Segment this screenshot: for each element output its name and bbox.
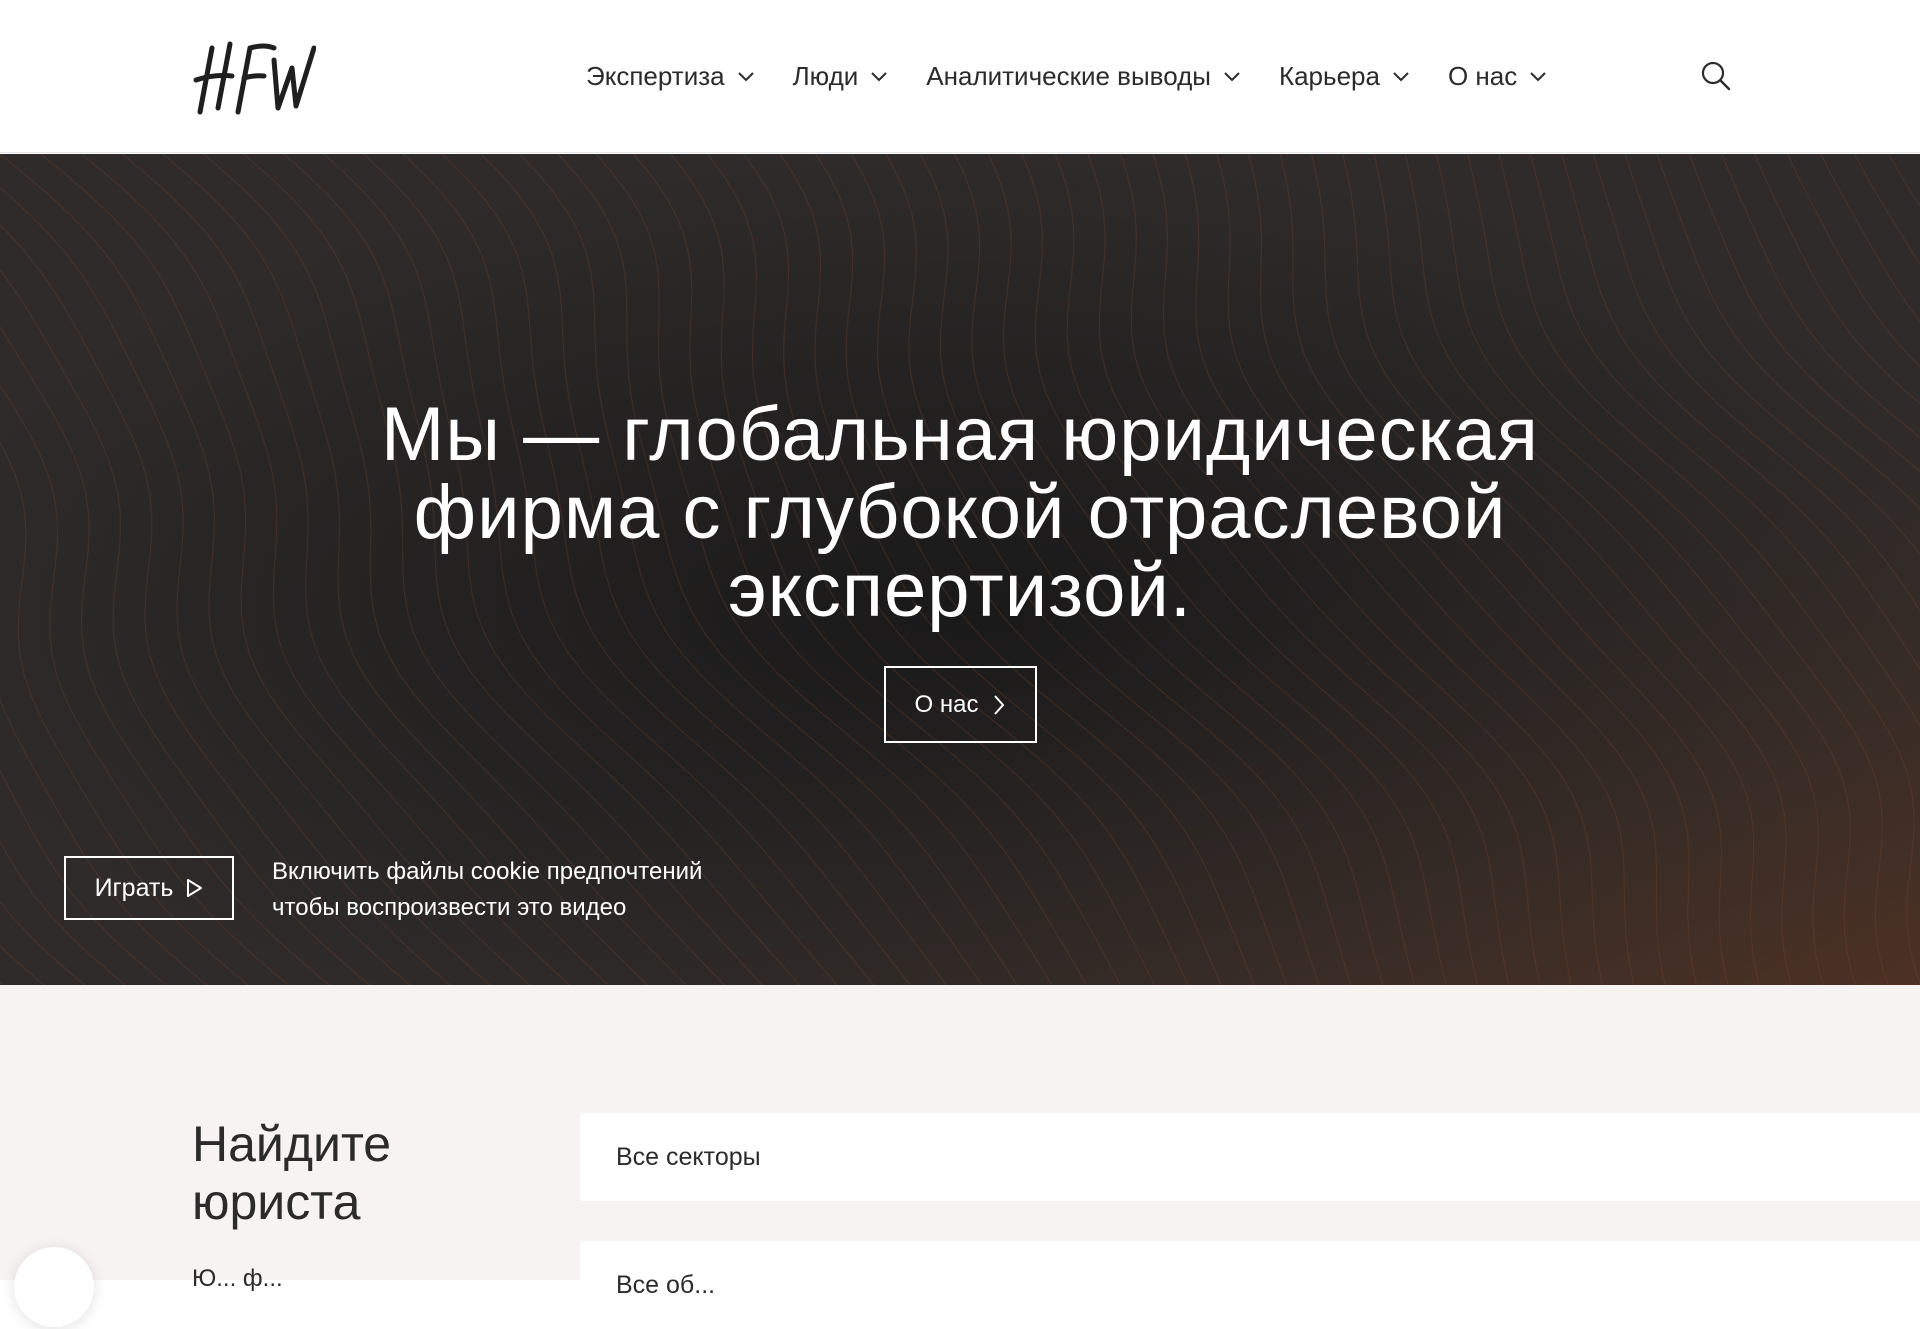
find-lawyer-title: Найдите юриста bbox=[192, 1115, 391, 1231]
nav-label: Карьера bbox=[1278, 60, 1380, 91]
chevron-down-icon bbox=[1530, 72, 1546, 82]
hfw-logo[interactable] bbox=[192, 40, 316, 120]
cookie-notice-line: чтобы воспроизвести это видео bbox=[272, 894, 627, 921]
play-icon bbox=[187, 879, 203, 897]
chat-widget-button[interactable] bbox=[14, 1247, 94, 1327]
second-select[interactable]: Все об... bbox=[580, 1241, 1920, 1329]
chevron-down-icon bbox=[1224, 72, 1240, 82]
hero-title-line: Мы — глобальная юридическая bbox=[381, 392, 1539, 477]
nav-label: Люди bbox=[792, 60, 859, 91]
hero-title: Мы — глобальная юридическая фирма с глуб… bbox=[210, 396, 1710, 630]
about-button[interactable]: О нас bbox=[884, 666, 1037, 743]
find-lawyer-title-line: Найдите bbox=[192, 1116, 392, 1172]
play-button-label: Играть bbox=[94, 873, 174, 902]
site-header: Экспертиза Люди Аналитические выводы Кар… bbox=[0, 0, 1920, 153]
nav-label: Аналитические выводы bbox=[926, 60, 1211, 91]
chevron-down-icon bbox=[871, 72, 888, 82]
chevron-right-icon bbox=[994, 694, 1005, 715]
hero-title-line: фирма с глубокой отраслевой bbox=[413, 470, 1507, 555]
nav-item-careers[interactable]: Карьера bbox=[1279, 61, 1410, 92]
nav-label: Экспертиза bbox=[586, 60, 725, 91]
play-video-button[interactable]: Играть bbox=[64, 856, 234, 920]
find-lawyer-section: Найдите юриста Все секторы Все об... Ю..… bbox=[0, 985, 1920, 1329]
nav-item-insights[interactable]: Аналитические выводы bbox=[926, 61, 1241, 92]
nav-item-about[interactable]: О нас bbox=[1448, 61, 1547, 92]
chevron-down-icon bbox=[737, 72, 754, 82]
nav-item-expertise[interactable]: Экспертиза bbox=[586, 61, 755, 92]
second-select-value: Все об... bbox=[616, 1271, 716, 1299]
chevron-down-icon bbox=[1393, 72, 1409, 82]
search-icon bbox=[1701, 61, 1731, 91]
find-lawyer-description: Ю... ф... bbox=[192, 1265, 283, 1292]
search-button[interactable] bbox=[1700, 60, 1732, 92]
cookie-video-notice: Включить файлы cookie предпочтений чтобы… bbox=[272, 854, 702, 926]
nav-label: О нас bbox=[1447, 60, 1518, 91]
sector-select-value: Все секторы bbox=[616, 1142, 761, 1171]
hero-title-line: экспертизой. bbox=[728, 548, 1192, 633]
about-button-label: О нас bbox=[914, 690, 979, 718]
find-lawyer-title-line: юриста bbox=[192, 1174, 361, 1230]
hero-section: Мы — глобальная юридическая фирма с глуб… bbox=[0, 154, 1920, 985]
main-nav: Экспертиза Люди Аналитические выводы Кар… bbox=[586, 56, 1547, 96]
nav-item-people[interactable]: Люди bbox=[793, 61, 889, 92]
cookie-notice-line: Включить файлы cookie предпочтений bbox=[272, 858, 703, 885]
sector-select[interactable]: Все секторы bbox=[580, 1113, 1920, 1201]
logo-mark bbox=[193, 41, 316, 115]
